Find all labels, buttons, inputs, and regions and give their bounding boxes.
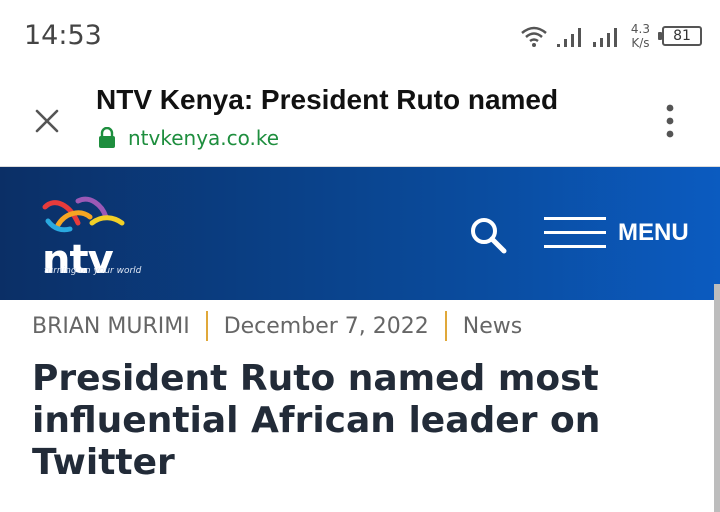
- more-vert-icon: [666, 104, 674, 138]
- menu-button[interactable]: MENU: [544, 217, 689, 249]
- network-speed: 4.3 K/s: [631, 22, 650, 50]
- search-button[interactable]: [468, 215, 508, 255]
- logo-tagline: turning on your world: [44, 266, 142, 276]
- browser-toolbar: NTV Kenya: President Ruto named ntvkenya…: [0, 72, 720, 167]
- meta-divider: [444, 311, 447, 341]
- hamburger-icon: [544, 217, 606, 249]
- article-category[interactable]: News: [463, 314, 522, 339]
- article-meta: BRIAN MURIMI December 7, 2022 News: [32, 310, 522, 342]
- url-text: ntvkenya.co.ke: [128, 126, 280, 150]
- scrollbar[interactable]: [714, 284, 720, 512]
- signal-icon-1: [556, 28, 581, 47]
- close-icon: [35, 109, 59, 133]
- menu-label: MENU: [618, 219, 689, 246]
- meta-divider: [205, 311, 208, 341]
- logo-text: ntv: [42, 237, 114, 283]
- battery-icon: 81: [658, 26, 702, 46]
- search-icon: [471, 218, 507, 254]
- article-headline: President Ruto named most influential Af…: [32, 358, 601, 483]
- speed-value: 4.3: [630, 22, 650, 36]
- site-header: ntv turning on your world MENU: [0, 167, 720, 300]
- page-title: NTV Kenya: President Ruto named: [96, 84, 559, 115]
- signal-icon-2: [592, 28, 617, 47]
- status-icons: 4.3 K/s 81: [519, 20, 702, 52]
- article-date: December 7, 2022: [223, 313, 429, 339]
- more-options-button[interactable]: [660, 102, 680, 142]
- close-button[interactable]: [30, 104, 64, 138]
- article-author[interactable]: BRIAN MURIMI: [32, 314, 190, 339]
- battery-level: 81: [673, 28, 691, 44]
- status-bar: 14:53 4.3 K/s 81: [0, 0, 720, 72]
- url-row[interactable]: ntvkenya.co.ke: [98, 126, 279, 150]
- wifi-icon: [521, 26, 547, 47]
- status-time: 14:53: [24, 20, 102, 51]
- lock-icon: [99, 127, 115, 148]
- speed-unit: K/s: [631, 36, 650, 50]
